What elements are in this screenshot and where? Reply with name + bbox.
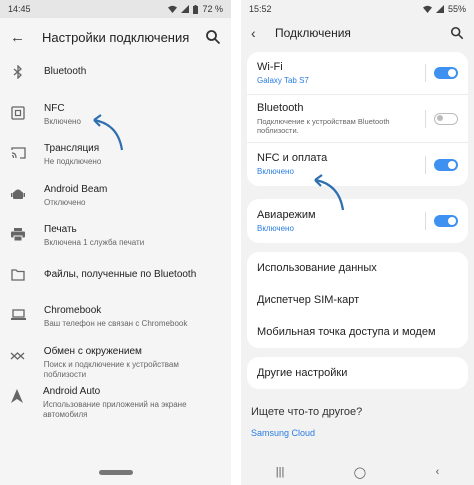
list-item-cast[interactable]: Трансляция Не подключено [0, 139, 231, 180]
airplane-toggle[interactable] [434, 215, 458, 227]
nfc-icon [10, 105, 26, 121]
row-title: Bluetooth [257, 102, 304, 114]
list-item-nearby-share[interactable]: Обмен с окружением Поиск и подключение к… [0, 342, 231, 383]
bluetooth-toggle[interactable] [434, 112, 458, 125]
wifi-icon [168, 5, 178, 13]
battery-level: 72 % [202, 4, 223, 14]
list-item-android-beam[interactable]: Android Beam Отключено [0, 180, 231, 221]
item-subtitle: Включена 1 служба печати [44, 238, 145, 247]
row-title: Другие настройки [257, 366, 348, 379]
list-item-chromebook[interactable]: Chromebook Ваш телефон не связан с Chrom… [0, 301, 231, 342]
item-title: Android Beam [44, 183, 108, 195]
home-gesture-pill[interactable] [98, 469, 133, 475]
page-title: Подключения [275, 26, 351, 40]
status-time: 14:45 [8, 4, 31, 14]
chromebook-icon [10, 307, 26, 323]
back-arrow-icon[interactable]: ← [10, 29, 34, 46]
item-subtitle: Не подключено [44, 157, 102, 166]
item-title: Chromebook [44, 305, 102, 316]
row-subtitle: Включено [257, 223, 294, 233]
screen-divider [231, 0, 241, 485]
item-subtitle: Отключено [44, 197, 86, 207]
row-subtitle: Galaxy Tab S7 [257, 75, 309, 85]
printer-icon [10, 226, 26, 242]
left-phone-screen: 14:45 72 % ← Настройки подключения Bluet… [0, 0, 231, 485]
item-subtitle: Поиск и подключение к устройствам поблиз… [43, 359, 179, 379]
more-settings-card: Другие настройки [247, 357, 468, 389]
separator [425, 212, 426, 230]
item-subtitle: Использование приложений на экране автом… [42, 400, 187, 419]
item-title: Bluetooth [44, 66, 87, 77]
battery-level: 55% [447, 4, 466, 14]
row-subtitle: Включено [257, 167, 294, 176]
item-subtitle: Ваш телефон не связан с Chromebook [44, 319, 188, 328]
row-title: Авиарежим [257, 208, 316, 221]
wifi-icon [422, 5, 432, 13]
app-bar: ‹ Подключения [241, 18, 474, 48]
item-subtitle: Включено [44, 116, 81, 126]
status-bar: 15:52 55% [241, 0, 474, 18]
nfc-toggle[interactable] [434, 158, 458, 171]
android-auto-icon [10, 388, 25, 404]
search-icon[interactable] [450, 26, 464, 40]
row-bluetooth[interactable]: Bluetooth Подключение к устройствам Blue… [247, 94, 468, 142]
right-phone-screen: 15:52 55% ‹ Подключения Wi-Fi Galaxy Tab… [241, 0, 474, 485]
status-time: 15:52 [249, 4, 272, 14]
list-item-nfc[interactable]: NFC Включено [0, 99, 231, 140]
separator [425, 155, 426, 174]
row-title: Мобильная точка доступа и модем [257, 325, 436, 338]
android-beam-icon [10, 186, 26, 202]
row-more-settings[interactable]: Другие настройки [247, 357, 468, 389]
network-card: Использование данных Диспетчер SIM-карт … [247, 252, 468, 348]
row-subtitle: Подключение к устройствам Bluetooth побл… [257, 117, 390, 135]
separator [425, 109, 426, 128]
row-sim-manager[interactable]: Диспетчер SIM-карт [247, 284, 468, 316]
item-title: Печать [44, 224, 77, 235]
signal-icon [181, 5, 190, 13]
item-title: Трансляция [44, 143, 100, 154]
bluetooth-icon [10, 64, 26, 80]
row-title: Диспетчер SIM-карт [257, 293, 360, 306]
row-title: NFC и оплата [257, 152, 328, 164]
back-arrow-icon[interactable]: ‹ [251, 25, 269, 41]
item-title: Android Auto [42, 386, 101, 397]
signal-icon [435, 5, 444, 13]
wifi-toggle[interactable] [434, 67, 458, 79]
navigation-bar [0, 459, 231, 485]
separator [425, 64, 426, 82]
app-bar: ← Настройки подключения [0, 18, 231, 56]
row-title: Использование данных [257, 261, 377, 274]
row-nfc[interactable]: NFC и оплата Включено [247, 142, 468, 186]
nearby-share-icon [10, 348, 26, 364]
item-title: NFC [44, 102, 65, 114]
recent-apps-icon[interactable]: ||| [276, 466, 285, 478]
settings-list: Bluetooth NFC Включено Трансляция Не под… [0, 56, 231, 423]
list-item-bluetooth[interactable]: Bluetooth [0, 58, 231, 99]
battery-icon [193, 4, 199, 14]
row-title: Wi-Fi [257, 60, 283, 73]
connections-card: Wi-Fi Galaxy Tab S7 Bluetooth Подключени… [247, 52, 468, 186]
suggestion-title: Ищете что-то другое? [251, 406, 363, 418]
list-item-android-auto[interactable]: Android Auto Использование приложений на… [0, 382, 231, 423]
list-item-print[interactable]: Печать Включена 1 служба печати [0, 220, 231, 261]
list-item-received-files[interactable]: Файлы, полученные по Bluetooth [0, 261, 231, 302]
home-icon[interactable]: ◯ [354, 466, 366, 479]
item-title: Обмен с окружением [43, 345, 142, 357]
row-hotspot[interactable]: Мобильная точка доступа и модем [247, 316, 468, 348]
row-airplane-mode[interactable]: Авиарежим Включено [247, 199, 468, 243]
item-title: Файлы, полученные по Bluetooth [44, 268, 197, 280]
search-icon[interactable] [205, 29, 221, 45]
page-title: Настройки подключения [42, 29, 190, 45]
row-wifi[interactable]: Wi-Fi Galaxy Tab S7 [247, 52, 468, 94]
suggestion-section: Ищете что-то другое? Samsung Cloud [251, 406, 466, 438]
airplane-card: Авиарежим Включено [247, 199, 468, 243]
navigation-bar: ||| ◯ ‹ [241, 459, 474, 485]
cast-icon [10, 145, 26, 161]
row-data-usage[interactable]: Использование данных [247, 252, 468, 284]
folder-icon [10, 267, 26, 283]
back-icon[interactable]: ‹ [436, 466, 440, 478]
status-bar: 14:45 72 % [0, 0, 231, 18]
samsung-cloud-link[interactable]: Samsung Cloud [251, 428, 466, 438]
